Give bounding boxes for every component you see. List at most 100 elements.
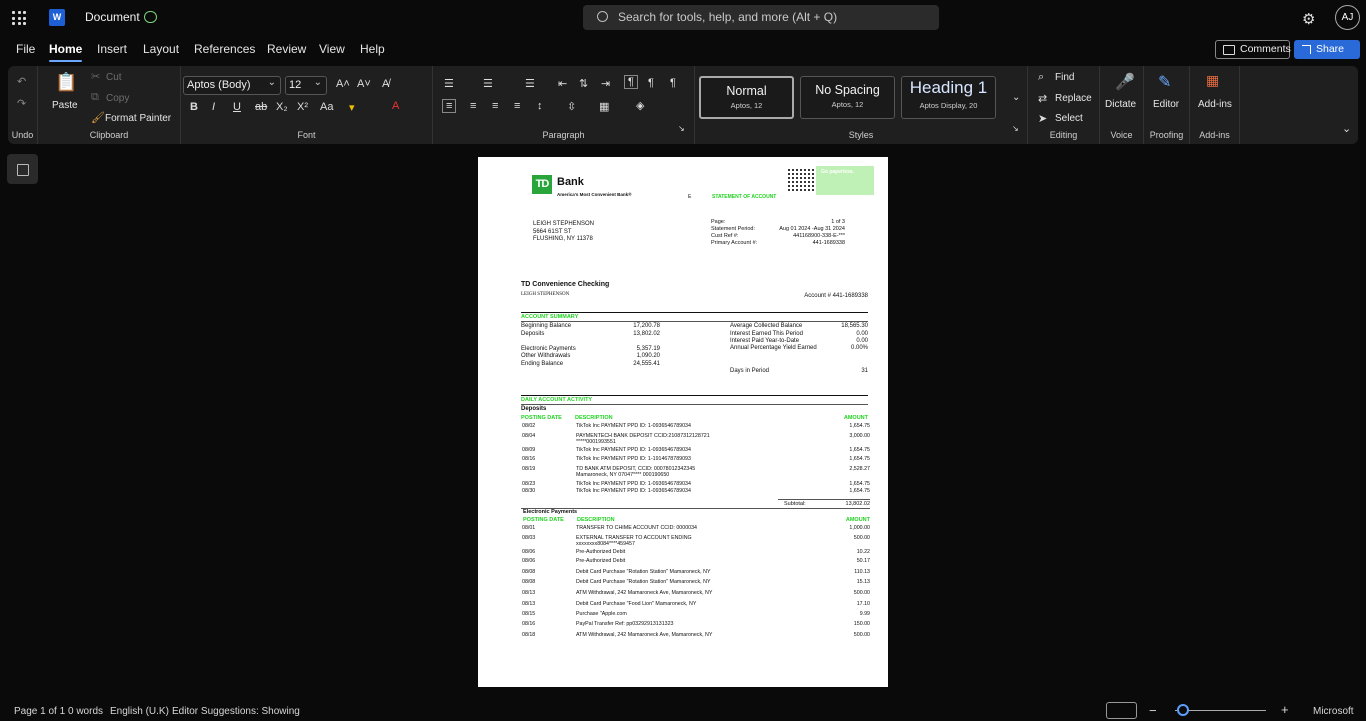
copy-icon[interactable]: ⧉ <box>91 91 99 104</box>
tab-review[interactable]: Review <box>267 42 306 56</box>
clipboard-group: 📋 Paste ✂ Cut ⧉ Copy 🖌 Format Painter Cl… <box>38 66 181 144</box>
zoom-slider-thumb[interactable] <box>1177 704 1189 716</box>
comments-button[interactable]: Comments <box>1215 40 1291 59</box>
avatar[interactable]: AJ <box>1335 5 1360 30</box>
paste-icon[interactable]: 📋 <box>55 72 77 93</box>
title-bar: W Document Search for tools, help, and m… <box>0 0 1366 36</box>
undo-icon[interactable]: ↶ <box>17 75 26 88</box>
format-painter-button[interactable]: Format Painter <box>105 113 171 124</box>
shrink-font-icon[interactable]: A˅ <box>357 78 371 90</box>
align-center-icon[interactable]: ≡ <box>470 100 476 112</box>
line-spacing-icon[interactable]: ↕ <box>537 100 543 112</box>
tx-amount: 1,654.75 <box>849 447 870 453</box>
align-right-icon[interactable]: ≡ <box>492 100 498 112</box>
tab-layout[interactable]: Layout <box>143 42 179 56</box>
font-name-select[interactable]: Aptos (Body) <box>183 74 281 95</box>
paste-button[interactable]: Paste <box>52 100 78 111</box>
style-normal[interactable]: Normal Aptos, 12 <box>699 76 794 119</box>
tx-amount: 150.00 <box>853 621 870 627</box>
meta-value: 441168900-338-E-*** <box>793 233 845 239</box>
underline-icon[interactable]: U <box>233 101 241 113</box>
bold-icon[interactable]: B <box>190 101 198 113</box>
format-painter-icon[interactable]: 🖌 <box>91 111 105 124</box>
copy-button[interactable]: Copy <box>106 93 129 104</box>
justify-icon[interactable]: ≡ <box>514 100 520 112</box>
document-title[interactable]: Document <box>85 10 140 24</box>
show-marks-icon[interactable]: ¶ <box>670 77 676 89</box>
microphone-icon[interactable]: 🎤 <box>1115 72 1135 92</box>
borders-icon[interactable]: ▦ <box>599 100 609 113</box>
style-heading-1[interactable]: Heading 1 Aptos Display, 20 <box>901 76 996 119</box>
page-count[interactable]: Page 1 of 1 <box>14 706 65 717</box>
strikethrough-icon[interactable]: ab <box>255 101 267 113</box>
document-page[interactable]: TD Bank America's Most Convenient Bank® … <box>478 157 888 687</box>
shading-icon[interactable]: ◈ <box>636 99 644 112</box>
tx-amount: 1,654.75 <box>849 488 870 494</box>
share-button[interactable]: Share <box>1294 40 1360 59</box>
italic-icon[interactable]: I <box>212 101 215 113</box>
divider <box>521 312 868 313</box>
navigation-pane-button[interactable] <box>7 154 38 184</box>
bullets-icon[interactable]: ☰ <box>444 77 454 90</box>
zoom-in-button[interactable]: + <box>1281 702 1289 717</box>
find-button[interactable]: Find <box>1055 72 1074 83</box>
addins-grid-icon[interactable]: ▦ <box>1206 72 1219 89</box>
align-left-icon[interactable]: ≡ <box>442 99 457 113</box>
summary-key: Deposits <box>521 331 545 337</box>
decrease-indent-icon[interactable]: ⇤ <box>558 77 567 90</box>
ltr-icon[interactable]: ¶ <box>624 75 638 89</box>
col-description: DESCRIPTION <box>575 415 613 421</box>
tx-description: TikTok Inc PAYMENT PPD ID: 1-09365467890… <box>576 447 691 453</box>
editor-suggestions[interactable]: Editor Suggestions: Showing <box>172 706 300 717</box>
dictate-button[interactable]: Dictate <box>1105 99 1136 110</box>
tx-amount: 1,000.00 <box>849 525 870 531</box>
style-no-spacing[interactable]: No Spacing Aptos, 12 <box>800 76 895 119</box>
highlight-icon[interactable]: ▾ <box>349 101 355 114</box>
tab-view[interactable]: View <box>319 42 345 56</box>
styles-expand-icon[interactable]: ⌄ <box>1012 92 1020 103</box>
select-button[interactable]: Select <box>1055 113 1083 124</box>
rtl-icon[interactable]: ¶ <box>648 77 654 89</box>
clear-formatting-icon[interactable]: A̸ <box>382 78 389 90</box>
addins-button[interactable]: Add-ins <box>1198 99 1232 110</box>
font-size-select[interactable]: 12 <box>285 74 327 95</box>
language[interactable]: English (U.K) <box>110 706 169 717</box>
cut-icon[interactable]: ✂ <box>91 70 100 83</box>
redo-icon[interactable]: ↷ <box>17 97 26 110</box>
tx-date: 08/06 <box>522 558 536 564</box>
search-box[interactable]: Search for tools, help, and more (Alt + … <box>583 5 939 30</box>
font-group: Aptos (Body) 12 A˄ A˅ A̸ B I U ab X₂ X² … <box>181 66 433 144</box>
page-view-button[interactable] <box>1106 702 1137 719</box>
daily-activity-header: DAILY ACCOUNT ACTIVITY <box>521 397 593 403</box>
divider <box>521 321 868 322</box>
numbering-icon[interactable]: ☰ <box>483 77 493 90</box>
grow-font-icon[interactable]: A˄ <box>336 78 350 90</box>
tab-file[interactable]: File <box>16 42 35 56</box>
settings-gear-icon[interactable]: ⚙ <box>1302 10 1315 28</box>
font-color-icon[interactable]: A <box>392 100 399 112</box>
ribbon-collapse-icon[interactable]: ⌄ <box>1342 122 1351 135</box>
subscript-icon[interactable]: X₂ <box>276 101 288 113</box>
superscript-icon[interactable]: X² <box>297 101 308 113</box>
zoom-out-button[interactable]: − <box>1149 703 1157 718</box>
tab-insert[interactable]: Insert <box>97 42 127 56</box>
word-count[interactable]: 0 words <box>68 706 103 717</box>
tab-home[interactable]: Home <box>49 42 83 62</box>
sort-icon[interactable]: ⇅ <box>579 77 588 90</box>
tab-references[interactable]: References <box>194 42 255 56</box>
select-icon[interactable]: ➤ <box>1038 112 1047 125</box>
editor-button[interactable]: Editor <box>1153 99 1179 110</box>
app-launcher-icon[interactable] <box>12 11 26 25</box>
multilevel-list-icon[interactable]: ☰ <box>525 77 535 90</box>
tab-help[interactable]: Help <box>360 42 385 56</box>
find-icon[interactable]: ⌕ <box>1038 71 1044 84</box>
increase-indent-icon[interactable]: ⇥ <box>601 77 610 90</box>
paragraph-spacing-icon[interactable]: ⇳ <box>567 100 576 113</box>
cut-button[interactable]: Cut <box>106 72 122 83</box>
meta-value: Aug 01 2024 -Aug 31 2024 <box>779 226 845 232</box>
editor-pen-icon[interactable]: ✎ <box>1158 72 1171 92</box>
change-case-icon[interactable]: Aa <box>320 101 333 113</box>
tx-amount: 9.99 <box>859 611 870 617</box>
replace-button[interactable]: Replace <box>1055 93 1092 104</box>
replace-icon[interactable]: ⇄ <box>1038 92 1047 105</box>
